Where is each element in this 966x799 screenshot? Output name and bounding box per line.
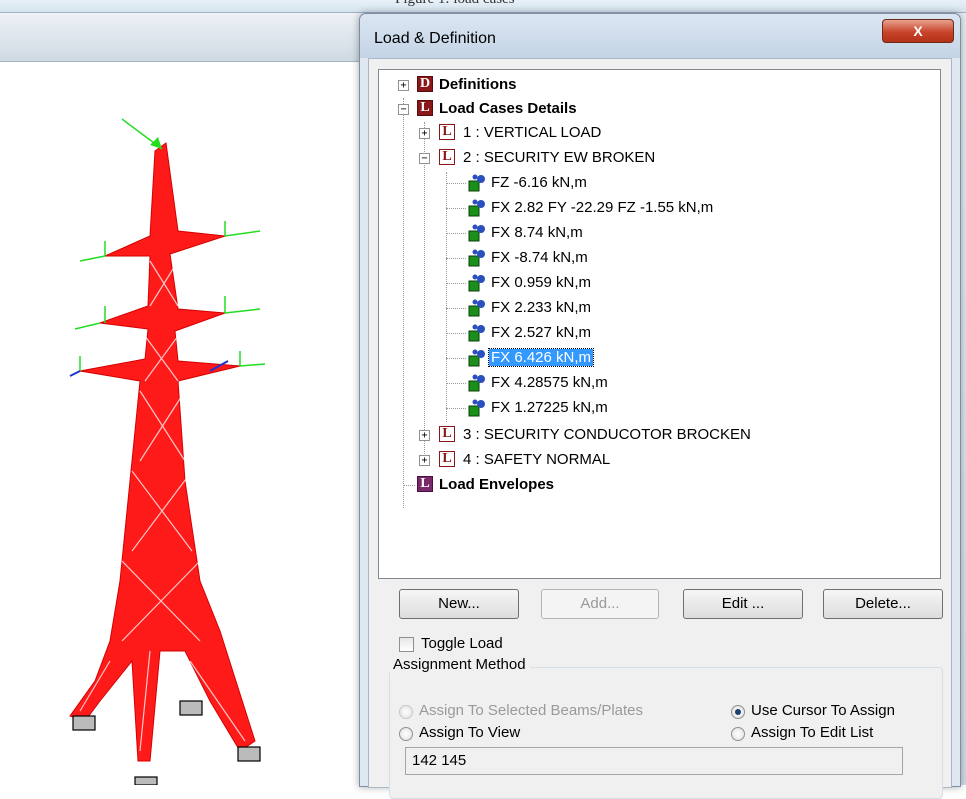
edit-list-field[interactable]: 142 145: [405, 747, 903, 775]
viewport-toolbar: [0, 13, 380, 62]
document-caption: Figure 1: load cases: [395, 0, 515, 8]
envelope-icon: L: [417, 476, 433, 492]
radio-button[interactable]: [731, 727, 745, 741]
nodal-load-icon: [468, 274, 485, 292]
load-item[interactable]: FZ -6.16 kN,m: [379, 172, 919, 196]
radio-label: Assign To Selected Beams/Plates: [419, 702, 644, 719]
tree-item-case-3[interactable]: + L 3 : SECURITY CONDUCOTOR BROCKEN: [379, 424, 919, 448]
load-icon: L: [439, 426, 455, 442]
load-item[interactable]: FX 2.82 FY -22.29 FZ -1.55 kN,m: [379, 197, 919, 221]
nodal-load-icon: [468, 199, 485, 217]
axis-line: [69, 370, 81, 377]
load-icon: L: [439, 149, 455, 165]
tree-label: FX 2.82 FY -22.29 FZ -1.55 kN,m: [491, 199, 714, 216]
nodal-load-icon: [468, 399, 485, 417]
edit-button[interactable]: Edit ...: [683, 589, 803, 619]
new-button[interactable]: New...: [399, 589, 519, 619]
close-icon: X: [913, 23, 923, 39]
tree-label: Definitions: [439, 76, 517, 93]
dialog-titlebar[interactable]: Load & Definition X: [360, 14, 960, 58]
nodal-load-icon: [468, 374, 485, 392]
dialog-body: + D Definitions − L Load Cases Details +…: [368, 58, 952, 799]
load-icon: L: [417, 100, 433, 116]
tree-label: FX -8.74 kN,m: [491, 249, 588, 266]
load-icon: L: [439, 451, 455, 467]
load-item[interactable]: FX -8.74 kN,m: [379, 247, 919, 271]
nodal-load-icon: [468, 349, 485, 367]
radio-button[interactable]: [731, 705, 745, 719]
tree-item-load-envelopes[interactable]: L Load Envelopes: [379, 474, 919, 498]
tree-item-case-1[interactable]: + L 1 : VERTICAL LOAD: [379, 122, 919, 146]
tree-item-definitions[interactable]: + D Definitions: [379, 74, 919, 98]
tree-label: FX 0.959 kN,m: [491, 274, 592, 291]
radio-button[interactable]: [399, 705, 413, 719]
toggle-load-checkbox[interactable]: [399, 637, 414, 652]
nodal-load-icon: [468, 299, 485, 317]
tree-item-case-2[interactable]: − L 2 : SECURITY EW BROKEN: [379, 147, 919, 171]
load-item[interactable]: FX 1.27225 kN,m: [379, 397, 919, 421]
nodal-load-icon: [468, 174, 485, 192]
expand-icon[interactable]: +: [419, 430, 430, 441]
load-icon: L: [439, 124, 455, 140]
load-item[interactable]: FX 4.28575 kN,m: [379, 372, 919, 396]
expand-icon[interactable]: +: [419, 455, 430, 466]
dialog-title: Load & Definition: [374, 30, 496, 47]
expand-icon[interactable]: +: [419, 128, 430, 139]
load-item[interactable]: FX 8.74 kN,m: [379, 222, 919, 246]
nodal-load-icon: [468, 249, 485, 267]
tree-label: 3 : SECURITY CONDUCOTOR BROCKEN: [463, 426, 751, 443]
radio-label: Use Cursor To Assign: [751, 702, 895, 719]
model-viewport[interactable]: [0, 13, 380, 785]
tree-label: FX 2.233 kN,m: [491, 299, 592, 316]
tree-label: Load Cases Details: [439, 100, 577, 117]
tree-label: 2 : SECURITY EW BROKEN: [463, 149, 656, 166]
tree-label: FZ -6.16 kN,m: [491, 174, 587, 191]
delete-button[interactable]: Delete...: [823, 589, 943, 619]
nodal-load-icon: [468, 224, 485, 242]
tower-model[interactable]: [0, 61, 380, 785]
collapse-icon[interactable]: −: [419, 153, 430, 164]
top-strip: Figure 1: load cases: [0, 0, 966, 13]
collapse-icon[interactable]: −: [398, 104, 409, 115]
load-item[interactable]: FX 0.959 kN,m: [379, 272, 919, 296]
tree-label: 1 : VERTICAL LOAD: [463, 124, 602, 141]
radio-label: Assign To Edit List: [751, 724, 874, 741]
load-arrow-head: [150, 137, 162, 149]
tree-label: FX 8.74 kN,m: [491, 224, 583, 241]
tree-item-load-cases-details[interactable]: − L Load Cases Details: [379, 98, 919, 122]
toggle-load-label: Toggle Load: [421, 635, 503, 652]
expand-icon[interactable]: +: [398, 80, 409, 91]
tree-label: FX 1.27225 kN,m: [491, 399, 608, 416]
load-definition-dialog: Load & Definition X + D Definitions − L …: [359, 13, 961, 799]
nodal-load-icon: [468, 324, 485, 342]
tree-label: 4 : SAFETY NORMAL: [463, 451, 611, 468]
assignment-method-legend: Assignment Method: [389, 656, 530, 673]
definitions-icon: D: [417, 76, 433, 92]
add-button[interactable]: Add...: [541, 589, 659, 619]
close-button[interactable]: X: [882, 19, 954, 43]
tree-item-case-4[interactable]: + L 4 : SAFETY NORMAL: [379, 449, 919, 473]
load-item[interactable]: FX 2.527 kN,m: [379, 322, 919, 346]
tree-label: Load Envelopes: [439, 476, 555, 493]
radio-button[interactable]: [399, 727, 413, 741]
radio-label: Assign To View: [419, 724, 521, 741]
tree-label: FX 2.527 kN,m: [491, 324, 592, 341]
load-tree[interactable]: + D Definitions − L Load Cases Details +…: [378, 69, 941, 579]
tree-label: FX 4.28575 kN,m: [491, 374, 608, 391]
load-item-selected[interactable]: FX 6.426 kN,m: [379, 347, 919, 371]
tree-label-selected: FX 6.426 kN,m: [487, 348, 595, 367]
load-item[interactable]: FX 2.233 kN,m: [379, 297, 919, 321]
